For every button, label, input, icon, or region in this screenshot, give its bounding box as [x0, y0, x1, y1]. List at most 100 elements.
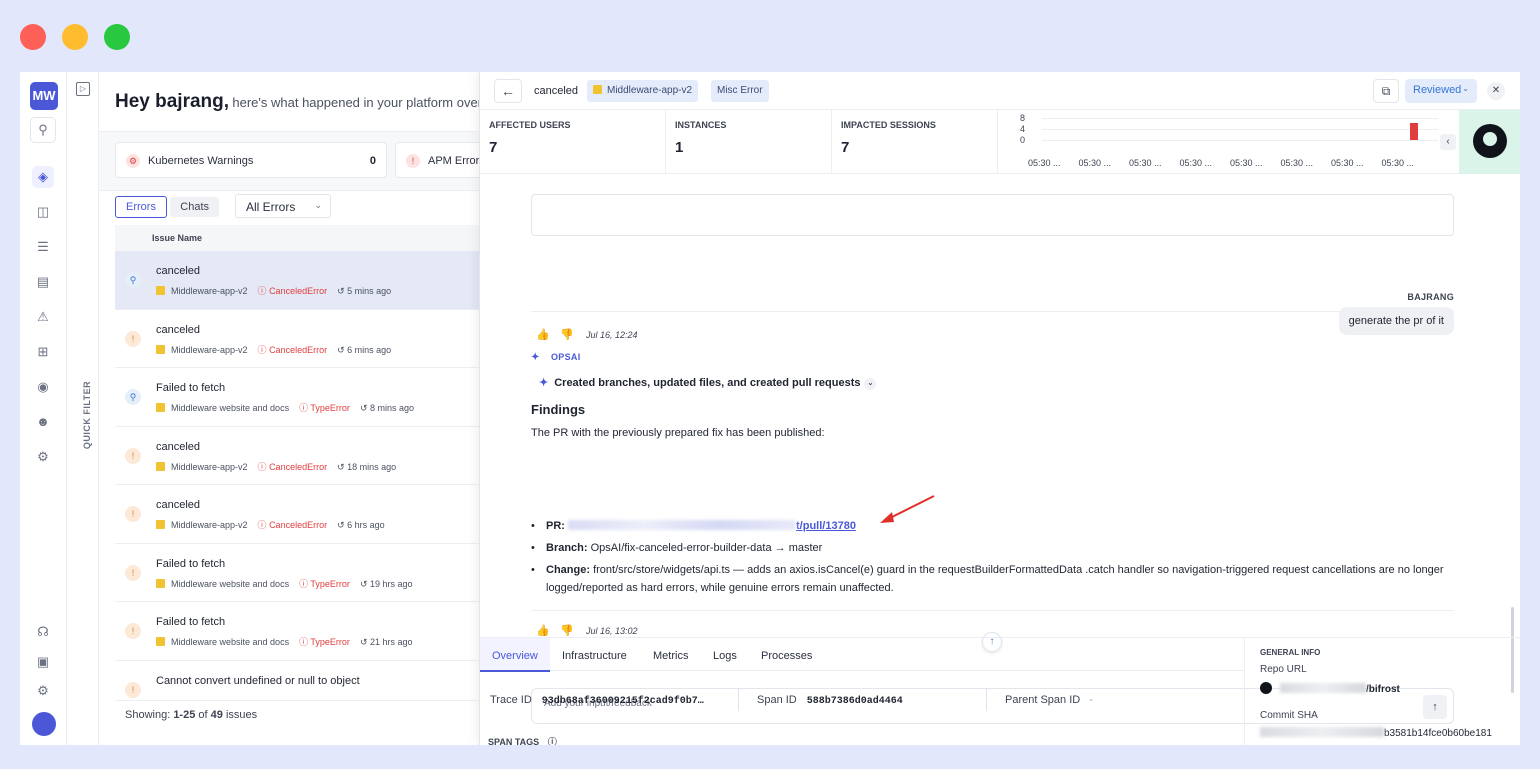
- previous-message-box: [531, 194, 1454, 236]
- headset-icon[interactable]: ☊: [32, 621, 54, 643]
- ai-step-summary[interactable]: ✦ Created branches, updated files, and cr…: [539, 376, 877, 390]
- gear-icon[interactable]: ⚙: [32, 680, 54, 702]
- warning-icon: !: [125, 330, 141, 347]
- close-icon[interactable]: ✕: [1487, 82, 1505, 100]
- commit-sha-value[interactable]: b3581b14fce0b60be181: [1260, 727, 1492, 739]
- issue-row[interactable]: ⚲ Failed to fetch Middleware website and d…: [115, 368, 499, 427]
- tab-infrastructure[interactable]: Infrastructure: [562, 638, 627, 672]
- window-maximize-dot[interactable]: [104, 24, 130, 50]
- search-icon[interactable]: ⚲: [30, 117, 56, 143]
- issue-row[interactable]: ! canceled Middleware-app-v2 ⓘ CanceledErro…: [115, 485, 499, 544]
- question-icon: ⚲: [125, 389, 141, 405]
- issue-error-type: ⓘ TypeError: [299, 578, 350, 589]
- thumbs-down-icon[interactable]: 👎: [560, 328, 574, 341]
- error-type-label: CanceledError: [269, 520, 328, 530]
- issue-type-tabs: Errors Chats: [115, 196, 220, 218]
- logs-icon[interactable]: ☰: [32, 236, 54, 258]
- quick-filter-strip: ▷ QUICK FILTER: [67, 72, 99, 745]
- pr-link[interactable]: t/pull/13780: [796, 520, 856, 532]
- tab-logs[interactable]: Logs: [713, 638, 737, 672]
- card-count: 0: [369, 155, 376, 167]
- package-icon[interactable]: ▣: [32, 651, 54, 673]
- repo-url-value[interactable]: /bifrost: [1260, 682, 1400, 695]
- tab-metrics[interactable]: Metrics: [653, 638, 688, 672]
- thumbs-up-icon[interactable]: 👍: [536, 624, 550, 637]
- settings-icon[interactable]: ⚙: [32, 446, 54, 468]
- user-name: BAJRANG: [1407, 292, 1454, 302]
- reaction-bar: 👍 👎 Jul 16, 12:24: [536, 328, 638, 341]
- avatar[interactable]: [32, 712, 56, 736]
- change-value: front/src/store/widgets/api.ts — adds an…: [546, 564, 1444, 594]
- greeting-title: Hey bajrang,: [115, 91, 230, 112]
- y-tick: 4: [1020, 124, 1026, 134]
- error-type-label: CanceledError: [269, 286, 328, 296]
- x-tick: 05:30 ...: [1028, 158, 1061, 168]
- database-icon[interactable]: ◫: [32, 201, 54, 223]
- error-filter-select[interactable]: All Errors ⌄: [235, 194, 331, 218]
- pagination-summary: Showing: 1-25 of 49 issues: [115, 700, 499, 729]
- tab-errors[interactable]: Errors: [115, 196, 167, 218]
- issue-row[interactable]: ! Failed to fetch Middleware website and d…: [115, 544, 499, 602]
- card-label: Kubernetes Warnings: [148, 155, 254, 167]
- trace-id-value[interactable]: 93db68af36009215f2cad9f0b7…: [542, 696, 704, 707]
- status-dropdown[interactable]: Reviewed ⌄: [1405, 79, 1477, 103]
- kubernetes-warnings-card[interactable]: ⚙ Kubernetes Warnings 0: [115, 142, 387, 178]
- column-issue-name[interactable]: Issue Name: [152, 233, 202, 243]
- issue-meta: Middleware website and docs ⓘ TypeError ↺ …: [156, 401, 414, 414]
- back-arrow-icon[interactable]: ←: [494, 79, 522, 103]
- alert-icon[interactable]: ⚠: [32, 306, 54, 328]
- x-tick: 05:30 ...: [1331, 158, 1364, 168]
- stat-affected-users: AFFECTED USERS 7: [480, 110, 666, 174]
- ai-chat-thread: 👍 👎 Jul 16, 12:24 BAJRANG generate the pr …: [480, 174, 1520, 724]
- quick-filter-label[interactable]: QUICK FILTER: [82, 381, 92, 449]
- stat-label: IMPACTED SESSIONS: [841, 120, 936, 130]
- gridline: [1042, 118, 1438, 119]
- tab-overview[interactable]: Overview: [480, 638, 550, 672]
- chevron-down-icon[interactable]: ⌄: [864, 378, 877, 390]
- showing-total: 49: [210, 709, 223, 721]
- app-chip[interactable]: Middleware-app-v2: [587, 80, 699, 102]
- issue-row[interactable]: ⚲ canceled Middleware-app-v2 ⓘ CanceledErro…: [115, 251, 499, 310]
- error-type-chip[interactable]: Misc Error: [711, 80, 769, 102]
- file-icon[interactable]: ▤: [32, 271, 54, 293]
- error-type-label: CanceledError: [269, 344, 328, 355]
- issue-row[interactable]: ! canceled Middleware-app-v2 ⓘ CanceledErro…: [115, 427, 499, 485]
- ai-name: ✦ OPSAI: [531, 352, 581, 363]
- issue-row[interactable]: ! Failed to fetch Middleware website and d…: [115, 602, 499, 661]
- divider: [986, 689, 987, 711]
- change-bullet: • Change: front/src/store/widgets/api.ts …: [531, 564, 1444, 594]
- sidebar-toggle-icon[interactable]: ▷: [76, 82, 90, 96]
- issue-row[interactable]: ! canceled Middleware-app-v2 ⓘ CanceledErro…: [115, 310, 499, 368]
- time-label: 5 mins ago: [347, 286, 392, 296]
- copy-icon[interactable]: ⧉: [1373, 79, 1399, 103]
- error-type-label: TypeError: [310, 403, 350, 413]
- tab-chats[interactable]: Chats: [170, 197, 220, 217]
- x-tick: 05:30 ...: [1381, 158, 1415, 168]
- branch-label: Branch:: [546, 542, 588, 554]
- logo[interactable]: MW: [30, 82, 58, 110]
- x-tick: 05:30 ...: [1179, 158, 1213, 168]
- issue-list: ⚲ canceled Middleware-app-v2 ⓘ CanceledErro…: [115, 251, 499, 719]
- bot-icon[interactable]: ◉: [32, 376, 54, 398]
- window-minimize-dot[interactable]: [62, 24, 88, 50]
- issue-error-type: ⓘ CanceledError: [257, 344, 328, 355]
- time-label: 19 hrs ago: [369, 578, 413, 589]
- window-close-dot[interactable]: [20, 24, 46, 50]
- dashboard-icon[interactable]: ◈: [32, 166, 54, 188]
- widgets-add-icon[interactable]: ⊞: [32, 341, 54, 363]
- parent-span-value: -: [1089, 694, 1093, 706]
- warning-icon: !: [125, 447, 141, 464]
- tab-processes[interactable]: Processes: [761, 638, 812, 672]
- info-icon[interactable]: ⓘ: [548, 737, 557, 745]
- issue-title: canceled: [156, 440, 201, 453]
- thumbs-down-icon[interactable]: 👎: [560, 624, 574, 637]
- issue-error-type: ⓘ TypeError: [299, 403, 350, 413]
- thumbs-up-icon[interactable]: 👍: [536, 328, 550, 341]
- card-label: APM Errors: [428, 155, 485, 167]
- chevron-left-icon[interactable]: ‹: [1440, 134, 1456, 150]
- issue-app: Middleware-app-v2: [171, 520, 248, 530]
- showing-suffix: issues: [222, 709, 258, 721]
- x-tick: 05:30 ...: [1129, 158, 1162, 168]
- users-icon[interactable]: ☻: [32, 411, 54, 433]
- span-id-value[interactable]: 588b7386d0ad4464: [807, 696, 903, 707]
